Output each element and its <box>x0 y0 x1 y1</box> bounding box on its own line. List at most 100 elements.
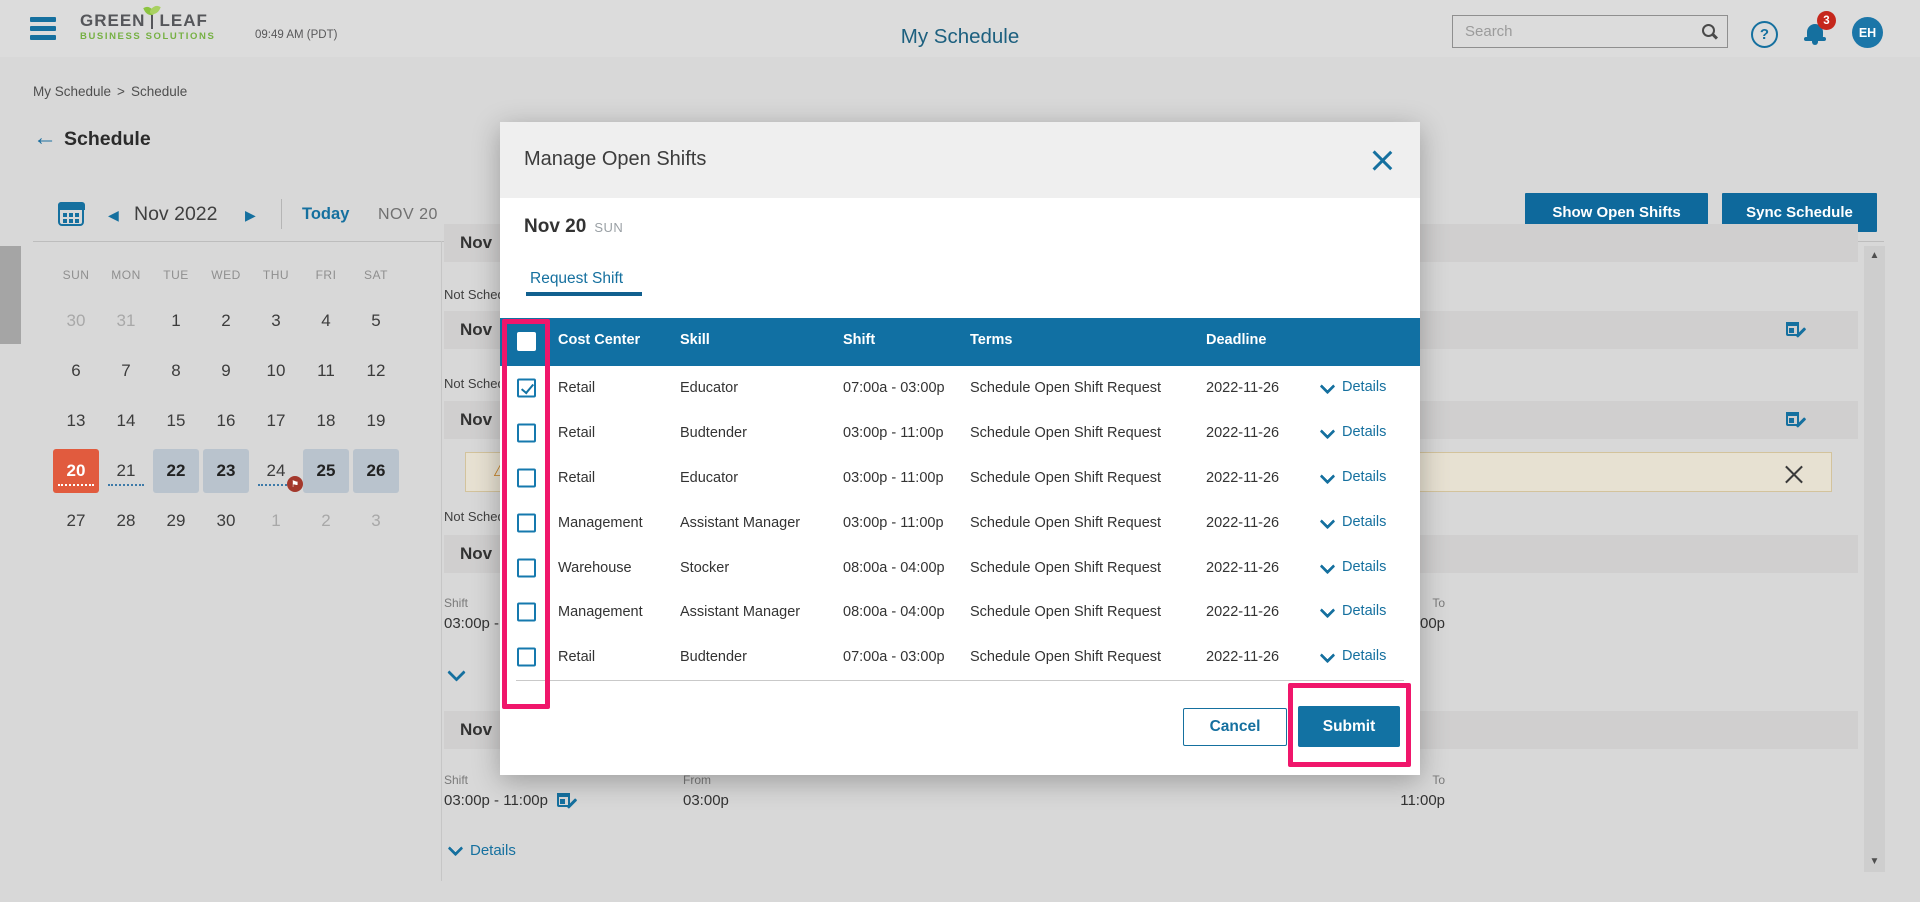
back-arrow-icon[interactable]: ← <box>33 126 57 150</box>
calendar-day-7[interactable]: 7 <box>103 349 149 393</box>
app-logo[interactable]: GREEN LEAF BUSINESS SOLUTIONS <box>80 12 215 42</box>
calendar-day-16[interactable]: 16 <box>203 399 249 443</box>
edit-schedule-icon[interactable] <box>1786 321 1803 338</box>
dismiss-alert-icon[interactable] <box>1785 463 1803 481</box>
calendar-day-12[interactable]: 12 <box>353 349 399 393</box>
from-label: From <box>683 773 729 787</box>
calendar-day-17[interactable]: 17 <box>253 399 299 443</box>
calendar-day-29[interactable]: 29 <box>153 499 199 543</box>
dialog-date: Nov 20SUN <box>524 216 623 238</box>
calendar-day-4[interactable]: 4 <box>303 299 349 343</box>
details-toggle[interactable]: Details <box>1322 381 1386 395</box>
details-toggle[interactable]: Details <box>450 843 516 859</box>
avatar[interactable]: EH <box>1852 17 1883 48</box>
details-toggle[interactable]: Details <box>1322 650 1386 664</box>
calendar-day-30[interactable]: 30 <box>53 299 99 343</box>
terms-cell: Schedule Open Shift Request <box>970 560 1161 576</box>
shift-checkbox[interactable] <box>517 648 536 667</box>
day-number: 27 <box>67 511 86 531</box>
day-number: 30 <box>217 511 236 531</box>
day-number: 1 <box>271 511 280 531</box>
calendar-day-1[interactable]: 1 <box>253 499 299 543</box>
chevron-down-icon[interactable] <box>447 663 465 681</box>
day-number: 19 <box>367 411 386 431</box>
scrollbar-thumb[interactable] <box>0 246 21 344</box>
scrollbar-track[interactable]: ▲ ▼ <box>1864 246 1885 872</box>
calendar-icon[interactable] <box>58 202 84 226</box>
calendar-day-25[interactable]: 25 <box>303 449 349 493</box>
calendar-day-22[interactable]: 22 <box>153 449 199 493</box>
today-button[interactable]: Today <box>302 205 349 224</box>
calendar-day-27[interactable]: 27 <box>53 499 99 543</box>
calendar-day-1[interactable]: 1 <box>153 299 199 343</box>
day-number: 24 <box>267 461 286 481</box>
calendar-day-28[interactable]: 28 <box>103 499 149 543</box>
search-input[interactable] <box>1453 16 1727 47</box>
select-all-checkbox[interactable] <box>517 332 536 351</box>
calendar-day-9[interactable]: 9 <box>203 349 249 393</box>
shift-label: Shift <box>444 773 574 787</box>
calendar-day-3[interactable]: 3 <box>253 299 299 343</box>
calendar-day-11[interactable]: 11 <box>303 349 349 393</box>
details-toggle[interactable]: Details <box>1322 605 1386 619</box>
shift-entry-to: To 11:00p <box>1345 773 1445 809</box>
tab-request-shift[interactable]: Request Shift <box>530 270 623 288</box>
calendar-day-26[interactable]: 26 <box>353 449 399 493</box>
shift-checkbox-checked[interactable] <box>517 379 536 398</box>
calendar-day-14[interactable]: 14 <box>103 399 149 443</box>
hamburger-menu-icon[interactable] <box>30 17 56 40</box>
deadline-cell: 2022-11-26 <box>1206 425 1279 441</box>
submit-button[interactable]: Submit <box>1298 706 1400 747</box>
calendar-day-19[interactable]: 19 <box>353 399 399 443</box>
details-toggle[interactable]: Details <box>1322 561 1386 575</box>
details-toggle[interactable]: Details <box>1322 516 1386 530</box>
calendar-day-20[interactable]: 20 <box>53 449 99 493</box>
calendar-day-30[interactable]: 30 <box>203 499 249 543</box>
calendar-day-2[interactable]: 2 <box>203 299 249 343</box>
shift-checkbox[interactable] <box>517 513 536 532</box>
calendar-day-3[interactable]: 3 <box>353 499 399 543</box>
calendar-day-8[interactable]: 8 <box>153 349 199 393</box>
header-shift: Shift <box>843 332 875 348</box>
calendar-day-2[interactable]: 2 <box>303 499 349 543</box>
shift-cell: 08:00a - 04:00p <box>843 604 945 620</box>
edit-shift-icon[interactable] <box>557 792 574 809</box>
calendar-day-18[interactable]: 18 <box>303 399 349 443</box>
help-icon[interactable]: ? <box>1751 21 1778 48</box>
notifications-button[interactable]: 3 <box>1803 18 1837 50</box>
calendar-day-31[interactable]: 31 <box>103 299 149 343</box>
calendar-day-15[interactable]: 15 <box>153 399 199 443</box>
shift-checkbox[interactable] <box>517 603 536 622</box>
scroll-up-icon[interactable]: ▲ <box>1864 248 1885 264</box>
details-toggle[interactable]: Details <box>1322 471 1386 485</box>
shift-checkbox[interactable] <box>517 558 536 577</box>
cost-center-cell: Retail <box>558 649 595 665</box>
shift-checkbox[interactable] <box>517 468 536 487</box>
details-toggle[interactable]: Details <box>1322 426 1386 440</box>
search-icon[interactable] <box>1702 24 1718 40</box>
previous-month-icon[interactable]: ◀ <box>108 207 119 224</box>
calendar-day-6[interactable]: 6 <box>53 349 99 393</box>
cost-center-cell: Retail <box>558 380 595 396</box>
to-label: To <box>1345 773 1445 787</box>
scroll-down-icon[interactable]: ▼ <box>1864 854 1885 870</box>
calendar-day-10[interactable]: 10 <box>253 349 299 393</box>
calendar-day-5[interactable]: 5 <box>353 299 399 343</box>
close-icon[interactable] <box>1372 150 1392 170</box>
shift-checkbox[interactable] <box>517 424 536 443</box>
breadcrumb-current[interactable]: Schedule <box>131 84 187 99</box>
dotted-underline <box>108 484 144 486</box>
chevron-down-icon <box>1320 648 1336 664</box>
calendar-day-23[interactable]: 23 <box>203 449 249 493</box>
calendar-day-21[interactable]: 21 <box>103 449 149 493</box>
breadcrumb-parent[interactable]: My Schedule <box>33 84 111 99</box>
dialog-header: Manage Open Shifts <box>500 122 1420 198</box>
calendar-day-24[interactable]: 24⚑ <box>253 449 299 493</box>
terms-cell: Schedule Open Shift Request <box>970 649 1161 665</box>
day-number: 9 <box>221 361 230 381</box>
calendar-day-13[interactable]: 13 <box>53 399 99 443</box>
edit-schedule-icon[interactable] <box>1786 411 1803 428</box>
cancel-button[interactable]: Cancel <box>1183 708 1287 746</box>
day-number: 8 <box>171 361 180 381</box>
next-month-icon[interactable]: ▶ <box>245 207 256 224</box>
